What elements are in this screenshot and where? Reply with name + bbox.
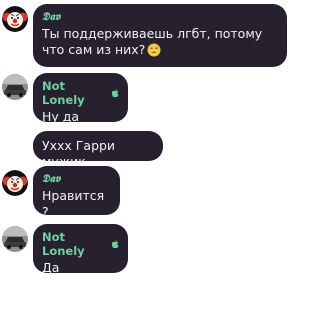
message-text: Ты поддерживаешь лгбт, потому что сам из…: [42, 26, 263, 57]
avatar-clown[interactable]: [2, 170, 28, 196]
apple-icon: [111, 239, 118, 249]
message-text: Да: [42, 260, 60, 275]
author-name[interactable]: 𝕯𝖆𝖛: [42, 172, 111, 186]
author-name[interactable]: Not Lonely: [42, 230, 119, 258]
message-bubble[interactable]: 𝕯𝖆𝖛 Нравится ?: [33, 166, 120, 219]
message-bubble[interactable]: Not Lonely Ну да: [33, 73, 128, 124]
avatar-clown[interactable]: [2, 6, 28, 32]
car-photo-icon: [2, 74, 28, 100]
message-text: Нравится ?: [42, 188, 105, 219]
message-bubble[interactable]: 𝕯𝖆𝖛 Ты поддерживаешь лгбт, потому что са…: [33, 4, 287, 67]
avatar-car[interactable]: [2, 226, 28, 252]
message-bubble[interactable]: Not Lonely Да: [33, 224, 128, 275]
author-name[interactable]: 𝕯𝖆𝖛: [42, 10, 278, 24]
clown-icon: [2, 6, 28, 32]
car-photo-icon: [2, 226, 28, 252]
grinning-sweat-emoji-icon: [147, 43, 161, 57]
message-text: Ну да: [42, 109, 80, 124]
author-name[interactable]: Not Lonely: [42, 79, 119, 107]
avatar-car[interactable]: [2, 74, 28, 100]
clown-icon: [2, 170, 28, 196]
apple-icon: [111, 88, 118, 98]
message-bubble[interactable]: Уххх Гарри мужик: [33, 131, 163, 169]
